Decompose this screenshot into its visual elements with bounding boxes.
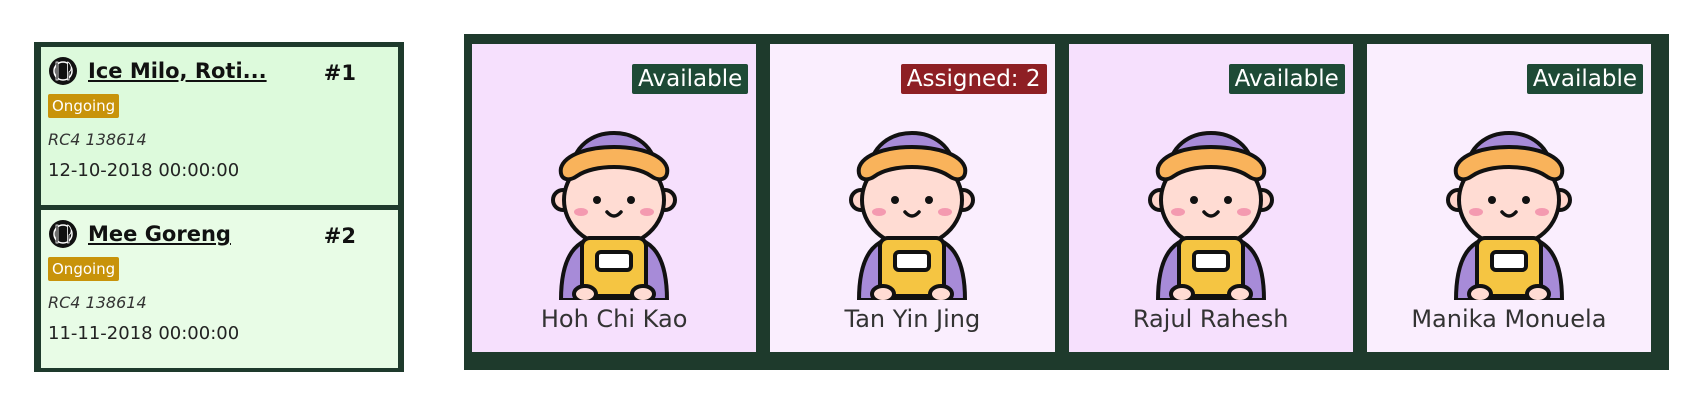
driver-name: Rajul Rahesh [1132,305,1289,333]
delivery-person-icon [1434,110,1584,300]
order-address: RC4 138614 [48,130,147,149]
driver-status-badge: Assigned: 2 [900,64,1047,94]
food-icon [48,219,78,249]
driver-name: Tan Yin Jing [844,305,981,333]
drivers-panel: Available Hoh Chi Kao Assigned: 2 Tan Yi… [464,34,1669,370]
driver-card-tan-yin-jing[interactable]: Assigned: 2 Tan Yin Jing [770,44,1055,352]
order-name-link[interactable]: Ice Milo, Roti... [88,59,267,83]
delivery-person-icon [837,110,987,300]
order-datetime: 11-11-2018 00:00:00 [48,323,240,344]
order-card[interactable]: Mee Goreng #2 Ongoing RC4 138614 11-11-2… [41,210,398,368]
driver-status-badge: Available [1228,64,1345,94]
delivery-person-icon [1136,110,1286,300]
status-badge: Ongoing [48,94,120,118]
driver-status-badge: Available [1526,64,1643,94]
driver-card-rajul-rahesh[interactable]: Available Rajul Rahesh [1068,44,1353,352]
driver-card-hoh-chi-kao[interactable]: Available Hoh Chi Kao [472,44,757,352]
driver-name: Manika Monuela [1411,305,1607,333]
driver-status-badge: Available [632,64,749,94]
order-number: #2 [323,224,356,248]
order-name-link[interactable]: Mee Goreng [88,222,231,246]
orders-panel: Ice Milo, Roti... #1 Ongoing RC4 138614 … [34,42,404,372]
food-icon [48,56,78,86]
order-datetime: 12-10-2018 00:00:00 [48,160,240,181]
order-address: RC4 138614 [48,293,147,312]
driver-card-manika-monuela[interactable]: Available Manika Monuela [1366,44,1651,352]
order-number: #1 [323,61,356,85]
delivery-person-icon [539,110,689,300]
status-badge: Ongoing [48,257,120,281]
order-card[interactable]: Ice Milo, Roti... #1 Ongoing RC4 138614 … [41,47,398,205]
driver-name: Hoh Chi Kao [540,305,688,333]
